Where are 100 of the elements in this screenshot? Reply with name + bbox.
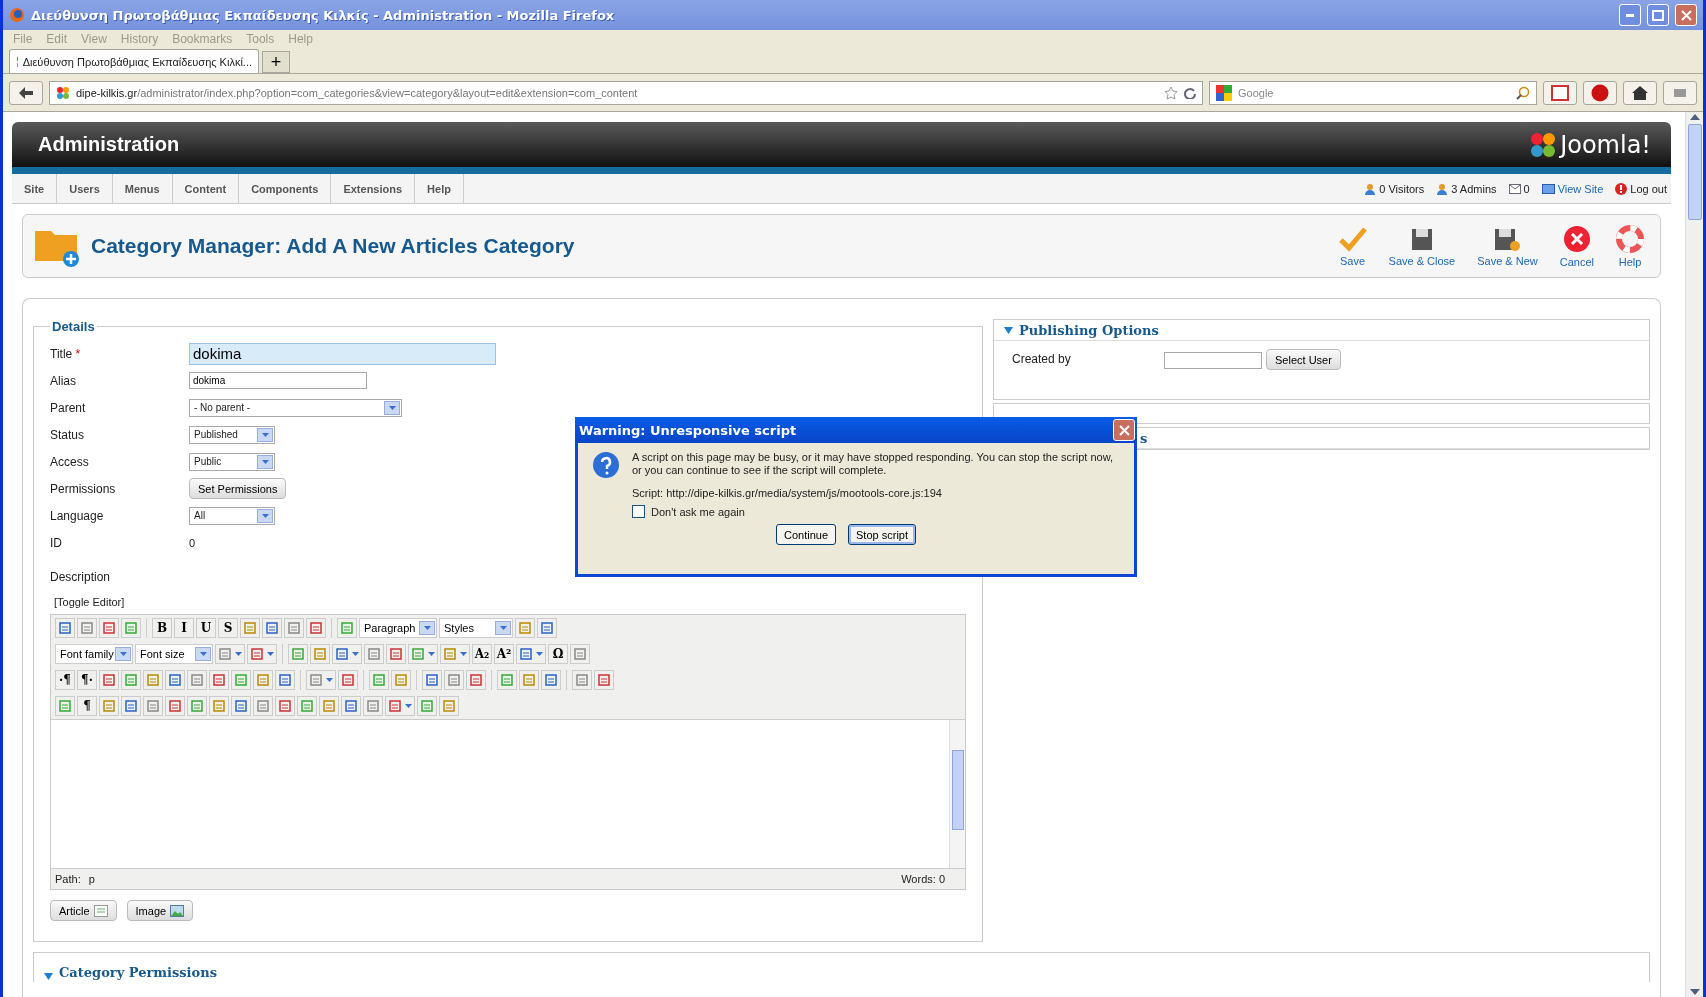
editor-tool-button[interactable]: ·¶: [55, 670, 75, 690]
editor-tool-button[interactable]: [341, 696, 361, 716]
editor-tool-button[interactable]: [143, 696, 163, 716]
editor-tool-button[interactable]: [209, 696, 229, 716]
editor-tool-button[interactable]: [497, 670, 517, 690]
editor-tool-button[interactable]: [187, 670, 207, 690]
editor-tool-button[interactable]: [253, 670, 273, 690]
admin-menu-item[interactable]: Content: [172, 174, 240, 203]
panel-header[interactable]: Category Permissions: [33, 952, 1650, 982]
admin-menu-item[interactable]: Extensions: [331, 174, 416, 203]
editor-tool-button[interactable]: [262, 618, 282, 638]
editor-tool-button[interactable]: [240, 618, 260, 638]
toolbar-button[interactable]: [1543, 80, 1577, 105]
toggle-editor-link[interactable]: [Toggle Editor]: [54, 596, 966, 608]
editor-tool-button[interactable]: ¶·: [77, 670, 97, 690]
admin-menu-item[interactable]: Site: [12, 174, 58, 203]
alias-field[interactable]: dokima: [189, 372, 367, 389]
editor-tool-button[interactable]: [417, 696, 437, 716]
toolbar-button[interactable]: Save & Close: [1382, 225, 1462, 267]
editor-tool-button[interactable]: [338, 670, 358, 690]
editor-tool-button[interactable]: [572, 670, 592, 690]
editor-tool-button[interactable]: [364, 644, 384, 664]
editor-tool-button[interactable]: [363, 696, 383, 716]
editor-tool-button[interactable]: [99, 670, 119, 690]
editor-tool-button[interactable]: [541, 670, 561, 690]
editor-tool-button[interactable]: [439, 696, 459, 716]
editor-tool-button[interactable]: [231, 696, 251, 716]
home-button[interactable]: [1623, 80, 1657, 105]
editor-tool-button[interactable]: [275, 696, 295, 716]
editor-tool-button[interactable]: Ω: [548, 644, 568, 664]
select-field[interactable]: Public: [189, 452, 275, 471]
toolbar-button[interactable]: Save: [1332, 225, 1373, 267]
editor-split-button[interactable]: [408, 644, 438, 664]
editor-tool-button[interactable]: [99, 618, 119, 638]
editor-tool-button[interactable]: [231, 670, 251, 690]
select-field[interactable]: - No parent -: [189, 398, 402, 417]
editor-split-button[interactable]: [385, 696, 415, 716]
created-by-field[interactable]: [1164, 352, 1262, 369]
admin-menu-item[interactable]: Components: [239, 174, 332, 203]
close-button[interactable]: [1675, 4, 1697, 26]
editor-tool-button[interactable]: [55, 696, 75, 716]
editor-tool-button[interactable]: S: [218, 618, 238, 638]
editor-tool-button[interactable]: [288, 644, 308, 664]
search-field[interactable]: Google: [1209, 80, 1537, 105]
minimize-button[interactable]: [1619, 4, 1641, 26]
editor-split-button[interactable]: [332, 644, 362, 664]
select-field[interactable]: All: [189, 506, 275, 525]
editor-tool-button[interactable]: [284, 618, 304, 638]
editor-tool-button[interactable]: I: [174, 618, 194, 638]
toolbar-button[interactable]: Help: [1610, 224, 1650, 268]
editor-tool-button[interactable]: [121, 670, 141, 690]
editor-tool-button[interactable]: [121, 696, 141, 716]
editor-tool-button[interactable]: B: [152, 618, 172, 638]
status-link[interactable]: Log out: [1615, 182, 1667, 195]
maximize-button[interactable]: [1647, 4, 1669, 26]
editor-tool-button[interactable]: [594, 670, 614, 690]
admin-menu-item[interactable]: Menus: [112, 174, 173, 203]
editor-tool-button[interactable]: [253, 696, 273, 716]
editor-tool-button[interactable]: [310, 644, 330, 664]
editor-split-button[interactable]: [215, 644, 245, 664]
editor-tool-button[interactable]: [386, 644, 406, 664]
browser-tab[interactable]: Διεύθυνση Πρωτοβάθμιας Εκπαίδευσης Κιλκί...: [9, 49, 259, 73]
adblock-button[interactable]: [1583, 80, 1617, 105]
editor-tool-button[interactable]: [369, 670, 389, 690]
editor-tool-button[interactable]: [519, 670, 539, 690]
close-button[interactable]: [1113, 419, 1135, 441]
editor-tool-button[interactable]: U: [196, 618, 216, 638]
insert-button[interactable]: Article: [50, 900, 117, 921]
editor-split-button[interactable]: [247, 644, 277, 664]
editor-tool-button[interactable]: [143, 670, 163, 690]
editor-tool-button[interactable]: [444, 670, 464, 690]
editor-tool-button[interactable]: [209, 670, 229, 690]
editor-split-button[interactable]: [306, 670, 336, 690]
editor-tool-button[interactable]: [275, 670, 295, 690]
editor-tool-button[interactable]: ¶: [77, 696, 97, 716]
toolbar-button[interactable]: Save & New: [1471, 225, 1544, 267]
editor-tool-button[interactable]: [422, 670, 442, 690]
toolbar-button[interactable]: Cancel: [1553, 224, 1600, 268]
editor-tool-button[interactable]: [570, 644, 590, 664]
new-tab-button[interactable]: +: [262, 51, 290, 73]
editor-tool-button[interactable]: [537, 618, 557, 638]
admin-menu-item[interactable]: Help: [415, 174, 464, 203]
admin-menu-item[interactable]: Users: [57, 174, 113, 203]
editor-tool-button[interactable]: [297, 696, 317, 716]
editor-tool-button[interactable]: [121, 618, 141, 638]
editor-tool-button[interactable]: [391, 670, 411, 690]
select-field[interactable]: Published: [189, 425, 275, 444]
scrollbar-thumb[interactable]: [951, 750, 964, 830]
dont-ask-checkbox[interactable]: Don't ask me again: [632, 505, 1120, 518]
editor-tool-button[interactable]: [77, 618, 97, 638]
set-permissions-button[interactable]: Set Permissions: [189, 478, 287, 499]
editor-select[interactable]: Font family: [55, 644, 133, 664]
editor-tool-button[interactable]: [165, 696, 185, 716]
editor-select[interactable]: Styles: [439, 618, 513, 638]
editor-tool-button[interactable]: [337, 618, 357, 638]
editor-tool-button[interactable]: A₂: [472, 644, 492, 664]
editor-tool-button[interactable]: [165, 670, 185, 690]
address-field[interactable]: dipe-kilkis.gr/administrator/index.php?option=com_categories&view=category&layout=edit&extension=com_content: [49, 80, 1203, 105]
editor-tool-button[interactable]: [187, 696, 207, 716]
editor-split-button[interactable]: [440, 644, 470, 664]
